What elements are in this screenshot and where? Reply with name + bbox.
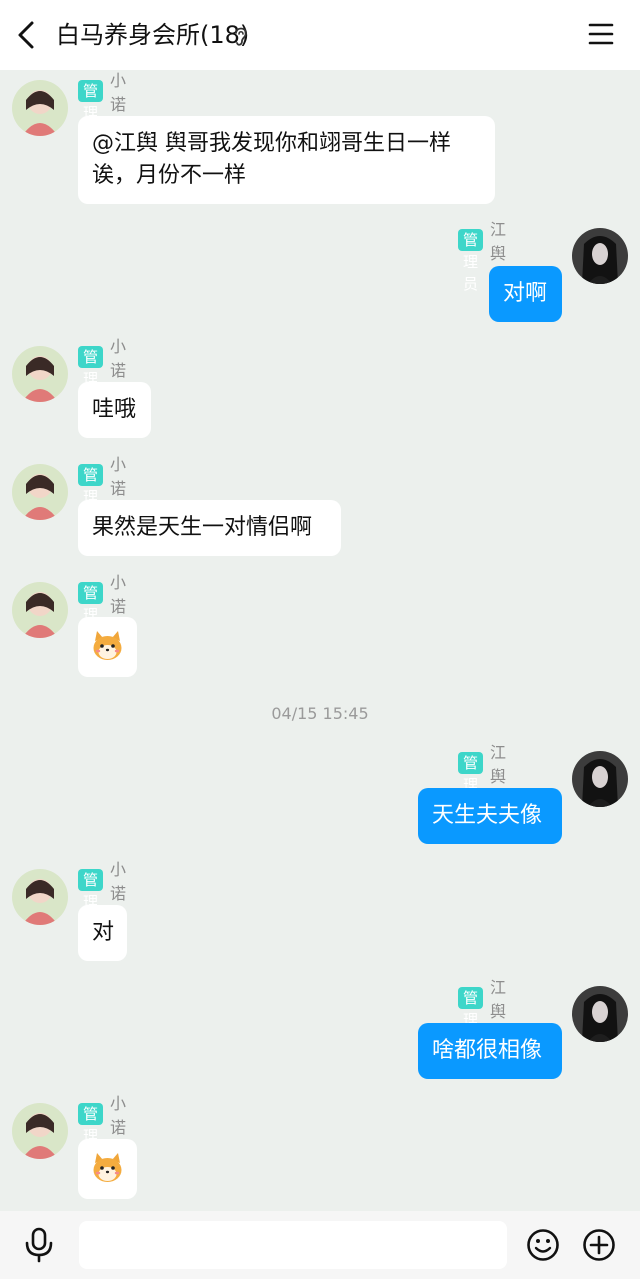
admin-badge: 管理员 <box>458 229 484 293</box>
admin-badge: 管理员 <box>78 346 104 410</box>
admin-badge: 管理员 <box>78 869 104 933</box>
message-bubble[interactable]: 天生夫夫像 <box>418 788 562 844</box>
message-input[interactable] <box>79 1221 507 1269</box>
sender-name[interactable]: 江舆 <box>490 974 506 1022</box>
microphone-icon[interactable] <box>22 1227 56 1263</box>
sender-name[interactable]: 小诺 <box>110 451 126 499</box>
message-bubble[interactable]: @江舆 舆哥我发现你和翊哥生日一样 诶，月份不一样 <box>78 116 495 204</box>
sender-name[interactable]: 小诺 <box>110 67 126 115</box>
sender-name[interactable]: 小诺 <box>110 333 126 381</box>
admin-badge: 管理员 <box>78 464 104 528</box>
plus-circle-icon[interactable] <box>582 1228 616 1262</box>
input-bar <box>0 1211 640 1279</box>
avatar-jiangyu[interactable] <box>572 228 628 284</box>
avatar-xiaonuo[interactable] <box>12 582 68 638</box>
sender-name[interactable]: 小诺 <box>110 856 126 904</box>
sender-name[interactable]: 小诺 <box>110 569 126 617</box>
shiba-dog-sticker <box>93 631 122 660</box>
sticker-message[interactable] <box>78 1139 137 1199</box>
avatar-jiangyu[interactable] <box>572 986 628 1042</box>
ear-icon[interactable] <box>232 24 250 48</box>
message-bubble[interactable]: 哇哦 <box>78 382 151 438</box>
chat-title[interactable]: 白马养身会所(18) <box>56 18 249 52</box>
avatar-jiangyu[interactable] <box>572 751 628 807</box>
message-bubble[interactable]: 对 <box>78 905 127 961</box>
back-arrow-icon[interactable] <box>14 20 40 50</box>
avatar-xiaonuo[interactable] <box>12 80 68 136</box>
smiley-icon[interactable] <box>526 1228 560 1262</box>
chat-header: 白马养身会所(18) <box>0 0 640 70</box>
message-bubble[interactable]: 对啊 <box>489 266 562 322</box>
message-bubble[interactable]: 果然是天生一对情侣啊 <box>78 500 341 556</box>
timestamp: 04/15 15:45 <box>271 704 369 723</box>
admin-badge: 管理员 <box>458 752 484 816</box>
message-bubble[interactable]: 啥都很相像 <box>418 1023 562 1079</box>
hamburger-menu-icon[interactable] <box>588 22 614 46</box>
sender-name[interactable]: 江舆 <box>490 216 506 264</box>
shiba-dog-sticker <box>93 1153 122 1182</box>
sender-name[interactable]: 小诺 <box>110 1090 126 1138</box>
admin-badge: 管理员 <box>78 582 104 646</box>
sticker-message[interactable] <box>78 617 137 677</box>
avatar-xiaonuo[interactable] <box>12 869 68 925</box>
avatar-xiaonuo[interactable] <box>12 346 68 402</box>
sender-name[interactable]: 江舆 <box>490 739 506 787</box>
avatar-xiaonuo[interactable] <box>12 464 68 520</box>
avatar-xiaonuo[interactable] <box>12 1103 68 1159</box>
admin-badge: 管理员 <box>78 1103 104 1167</box>
admin-badge: 管理员 <box>458 987 484 1051</box>
admin-badge: 管理员 <box>78 80 104 144</box>
